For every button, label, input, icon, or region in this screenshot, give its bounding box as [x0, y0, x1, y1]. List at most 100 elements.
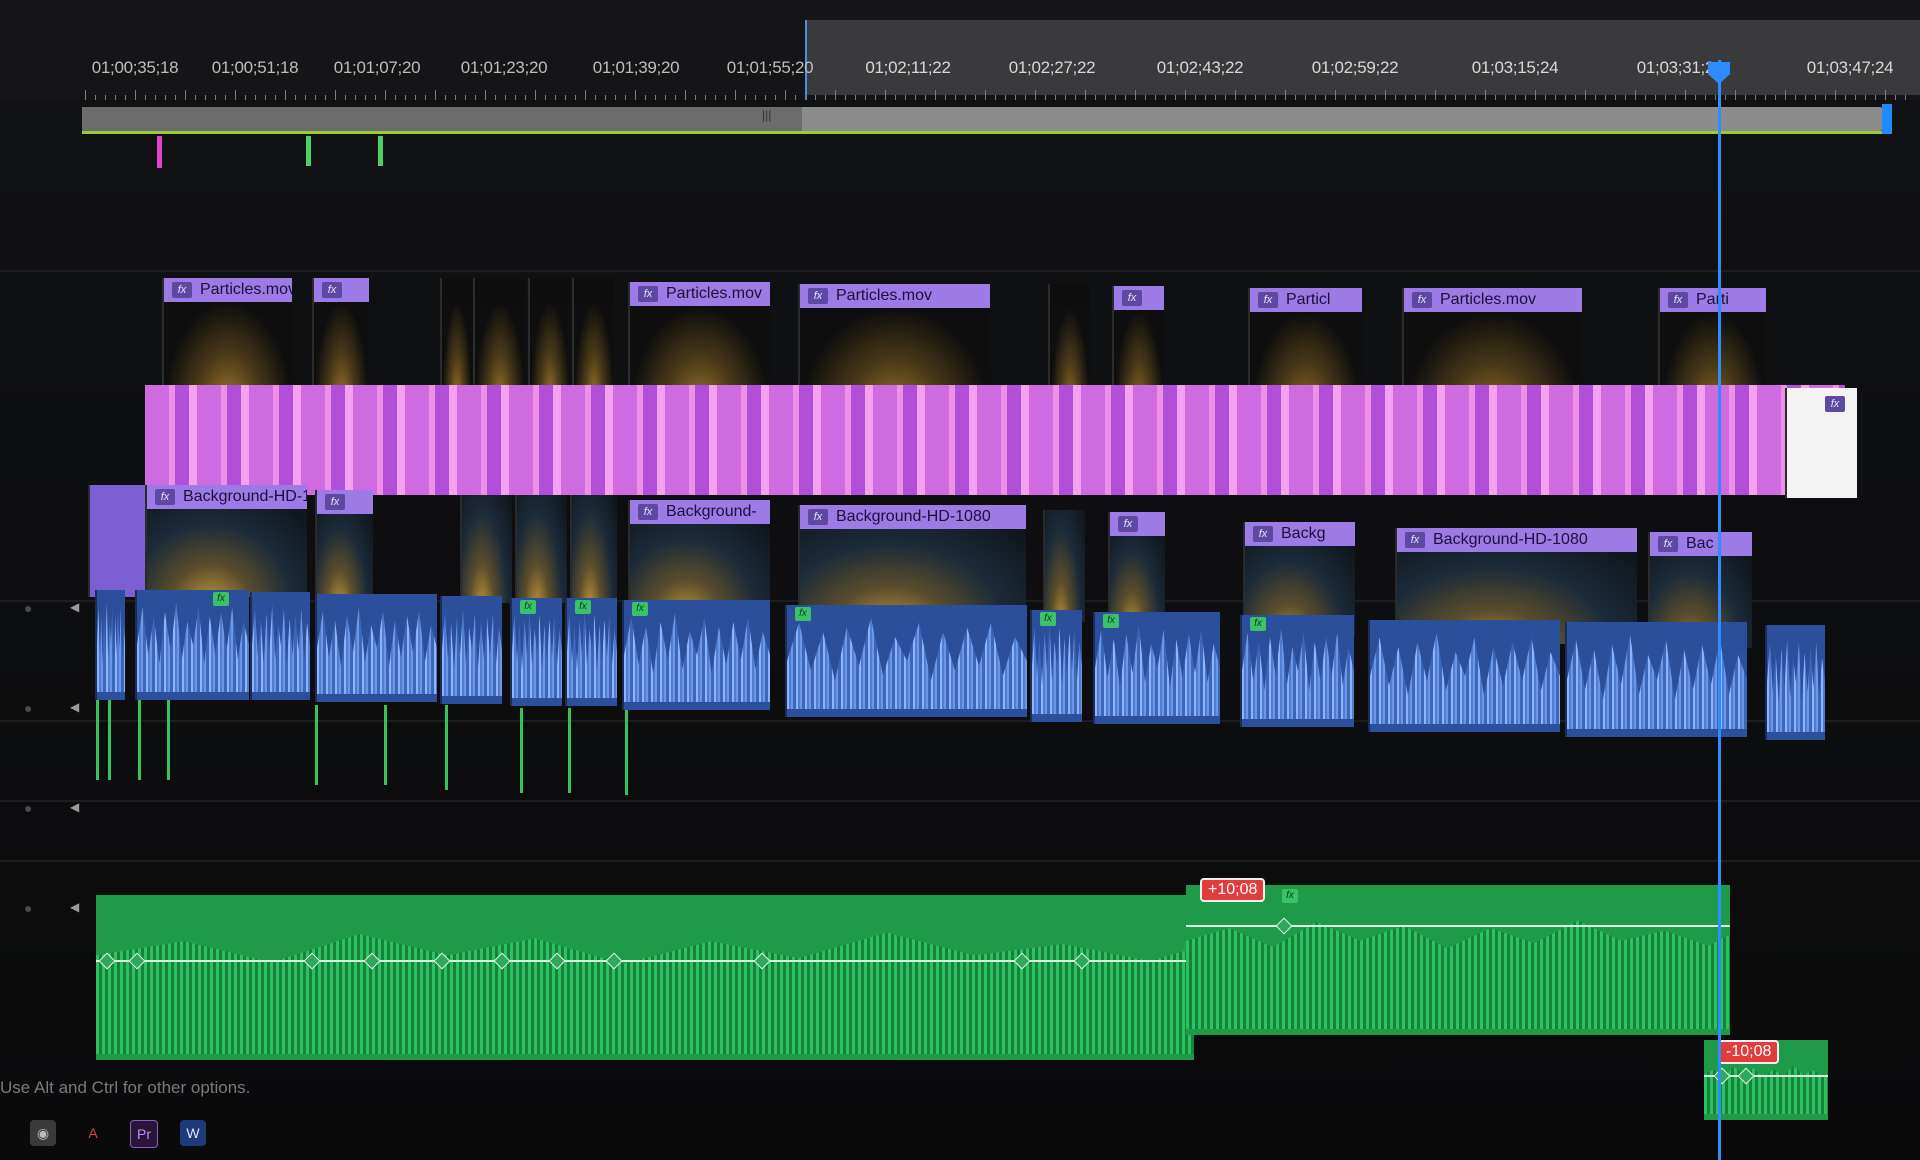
fx-badge-icon[interactable]: fx [1412, 292, 1432, 308]
track-area[interactable]: ● ◀ ● ◀ ● ◀ ● ◀ Particles.mov fx fx Parti… [0, 160, 1920, 1120]
keyframe-icon[interactable] [1713, 1067, 1731, 1085]
audio-clip[interactable] [95, 590, 125, 700]
ruler-tick [1065, 95, 1066, 100]
audio-clip[interactable]: fx [510, 598, 562, 706]
adjustment-layer-track[interactable] [145, 385, 1845, 495]
fx-badge-icon[interactable]: fx [632, 602, 648, 616]
audio-clip[interactable] [1368, 620, 1560, 732]
mic-icon[interactable]: ● [24, 800, 32, 816]
keyframe-icon[interactable] [303, 952, 321, 970]
time-ruler[interactable]: 01;00;35;18 01;00;51;18 01;01;07;20 01;0… [0, 0, 1920, 100]
video-clip[interactable]: Particles.mov fx [628, 282, 770, 392]
fx-badge-icon[interactable]: fx [1253, 526, 1273, 542]
scroll-grip-icon[interactable]: ||| [762, 108, 771, 122]
fx-badge-icon[interactable]: fx [1668, 292, 1688, 308]
fx-badge-icon[interactable]: fx [325, 494, 345, 510]
video-clip[interactable]: fx [1108, 512, 1165, 624]
fx-badge-icon[interactable]: fx [808, 288, 828, 304]
mic-icon[interactable]: ● [24, 900, 32, 916]
video-clip[interactable] [528, 278, 570, 388]
fx-badge-icon[interactable]: fx [520, 600, 536, 614]
audio-clip[interactable]: fx [785, 605, 1027, 717]
word-icon[interactable]: W [180, 1120, 206, 1146]
video-clip[interactable] [1048, 284, 1090, 396]
mic-icon[interactable]: ● [24, 700, 32, 716]
video-clip[interactable]: fx [315, 490, 373, 602]
keyframe-icon[interactable] [1073, 952, 1091, 970]
fx-badge-icon[interactable]: fx [1118, 516, 1138, 532]
music-clip[interactable] [96, 895, 1194, 1060]
video-clip[interactable]: Particl fx [1248, 288, 1362, 400]
fx-badge-icon[interactable]: fx [172, 282, 192, 298]
fx-badge-icon[interactable]: fx [1122, 290, 1142, 306]
keyframe-icon[interactable] [1275, 917, 1293, 935]
video-clip[interactable]: fx [1112, 286, 1164, 398]
fx-badge-icon[interactable]: fx [795, 607, 811, 621]
fx-badge-icon[interactable]: fx [213, 592, 229, 606]
keyframe-icon[interactable] [548, 952, 566, 970]
video-clip[interactable] [460, 495, 512, 603]
audio-clip[interactable]: fx [1093, 612, 1220, 724]
fx-badge-icon[interactable]: fx [638, 286, 658, 302]
fx-badge-icon[interactable]: fx [155, 489, 175, 505]
fx-badge-icon[interactable]: fx [1282, 889, 1298, 903]
keyframe-icon[interactable] [363, 952, 381, 970]
fx-badge-icon[interactable]: fx [1658, 536, 1678, 552]
audio-clip[interactable]: fx [1240, 615, 1354, 727]
fx-badge-icon[interactable]: fx [1258, 292, 1278, 308]
fx-badge-icon[interactable]: fx [575, 600, 591, 614]
keyframe-icon[interactable] [433, 952, 451, 970]
keyframe-icon[interactable] [493, 952, 511, 970]
keyframe-icon[interactable] [1737, 1067, 1755, 1085]
fx-badge-icon[interactable]: fx [1405, 532, 1425, 548]
volume-rubberband[interactable] [1186, 925, 1730, 927]
fx-badge-icon[interactable]: fx [808, 509, 828, 525]
audio-clip[interactable] [1765, 625, 1825, 740]
audio-clip[interactable]: fx [135, 590, 249, 700]
fx-badge-icon[interactable]: fx [1825, 396, 1845, 412]
fx-badge-icon[interactable]: fx [1040, 612, 1056, 626]
zoom-scroll-bar[interactable] [82, 107, 1882, 131]
music-clip[interactable]: fx [1186, 885, 1730, 1035]
video-clip[interactable]: Background-fx [628, 500, 770, 612]
collapse-arrow-icon[interactable]: ◀ [70, 900, 79, 914]
keyframe-icon[interactable] [605, 952, 623, 970]
premiere-icon[interactable]: Pr [130, 1120, 158, 1148]
mic-icon[interactable]: ● [24, 600, 32, 616]
fx-badge-icon[interactable]: fx [638, 504, 658, 520]
playhead[interactable] [1718, 60, 1721, 1160]
audio-clip[interactable]: fx [565, 598, 617, 706]
keyframe-icon[interactable] [753, 952, 771, 970]
video-clip[interactable] [1043, 510, 1085, 622]
video-clip[interactable]: Background-HD-10 fx [145, 485, 307, 597]
video-clip[interactable]: fx [1785, 388, 1857, 498]
video-clip[interactable] [572, 278, 614, 388]
video-clip[interactable]: Particles.mov fx [798, 284, 990, 396]
timecode-label: 01;02;43;22 [1156, 58, 1244, 77]
video-clip[interactable]: fx [312, 278, 369, 388]
video-clip[interactable] [570, 495, 617, 603]
fx-badge-icon[interactable]: fx [1250, 617, 1266, 631]
collapse-arrow-icon[interactable]: ◀ [70, 700, 79, 714]
audio-clip[interactable]: fx [1030, 610, 1082, 722]
keyframe-icon[interactable] [128, 952, 146, 970]
video-clip[interactable] [440, 278, 472, 388]
video-clip[interactable] [473, 278, 525, 388]
audio-clip[interactable] [250, 592, 310, 700]
collapse-arrow-icon[interactable]: ◀ [70, 600, 79, 614]
zoom-handle[interactable] [1882, 104, 1892, 134]
collapse-arrow-icon[interactable]: ◀ [70, 800, 79, 814]
acrobat-icon[interactable]: A [80, 1120, 106, 1146]
video-clip[interactable]: Background-HD-1080 fx [798, 505, 1026, 620]
audio-clip[interactable]: fx [622, 600, 770, 710]
keyframe-icon[interactable] [98, 952, 116, 970]
fx-badge-icon[interactable]: fx [1103, 614, 1119, 628]
audio-clip[interactable] [315, 594, 437, 702]
keyframe-icon[interactable] [1013, 952, 1031, 970]
video-clip[interactable] [88, 485, 146, 597]
video-clip[interactable]: Particles.mov fx [162, 278, 292, 388]
audio-clip[interactable] [440, 596, 502, 704]
video-clip[interactable] [515, 495, 567, 603]
fx-badge-icon[interactable]: fx [322, 282, 342, 298]
app-icon[interactable]: ◉ [30, 1120, 56, 1146]
